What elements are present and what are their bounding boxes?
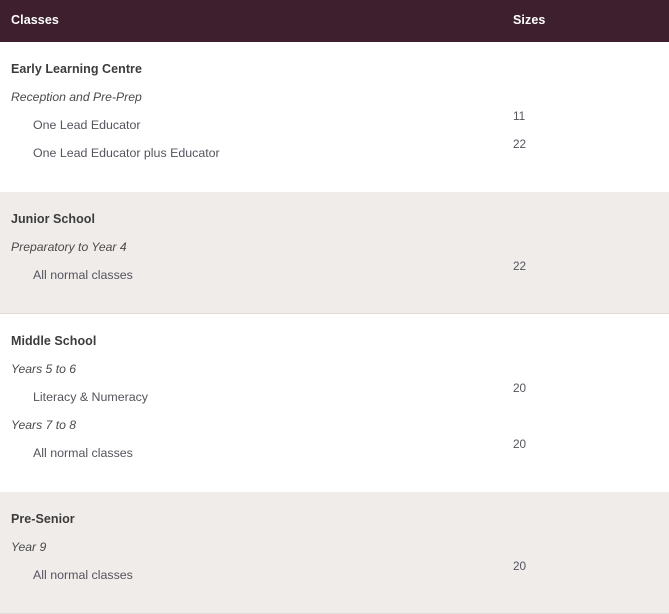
table-section: Pre-Senior Year 9 All normal classes 20	[0, 492, 669, 614]
section-title: Early Learning Centre	[11, 62, 142, 76]
class-row-label: All normal classes	[33, 568, 133, 582]
table-section: Middle School Years 5 to 6 Literacy & Nume…	[0, 314, 669, 492]
section-subheading: Years 7 to 8	[11, 418, 77, 432]
column-header-classes: Classes	[11, 13, 59, 27]
section-title: Middle School	[11, 334, 97, 348]
section-subheading: Years 5 to 6	[11, 362, 77, 376]
class-row-label: All normal classes	[33, 268, 133, 282]
section-subheading: Reception and Pre-Prep	[11, 90, 142, 104]
class-row-size: 11	[513, 109, 526, 123]
table-body: Early Learning Centre Reception and Pre-P…	[0, 42, 669, 614]
class-row-size: 20	[513, 381, 527, 395]
section-subheading: Year 9	[11, 540, 47, 554]
class-row-label: Literacy & Numeracy	[33, 390, 148, 404]
table-header-row: Classes Sizes	[0, 0, 669, 42]
column-header-sizes: Sizes	[513, 13, 546, 27]
section-title: Pre-Senior	[11, 512, 75, 526]
class-row-size: 20	[513, 559, 527, 573]
class-row-size: 22	[513, 137, 527, 151]
class-row-label: One Lead Educator plus Educator	[33, 146, 220, 160]
table-section: Junior School Preparatory to Year 4 All no…	[0, 192, 669, 314]
section-subheading: Preparatory to Year 4	[11, 240, 127, 254]
class-row-label: One Lead Educator	[33, 118, 141, 132]
class-row-size: 22	[513, 259, 527, 273]
section-title: Junior School	[11, 212, 95, 226]
class-row-label: All normal classes	[33, 446, 133, 460]
class-sizes-table: Classes Sizes Early Learning Centre Recep…	[0, 0, 669, 614]
class-row-size: 20	[513, 437, 527, 451]
table-section: Early Learning Centre Reception and Pre-P…	[0, 42, 669, 192]
